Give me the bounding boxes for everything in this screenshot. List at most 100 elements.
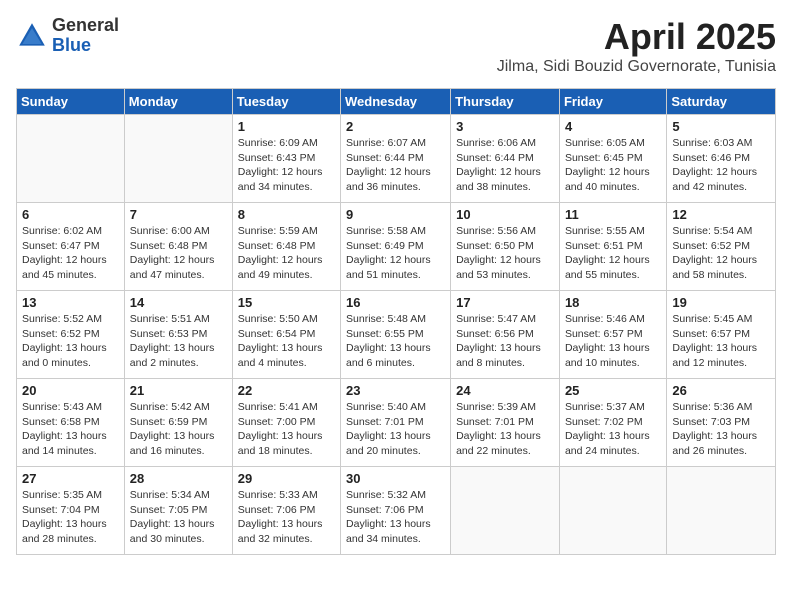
calendar-cell: 3 Sunrise: 6:06 AM Sunset: 6:44 PM Daylig… [451, 115, 560, 203]
day-number: 1 [238, 119, 335, 134]
calendar-cell: 9 Sunrise: 5:58 AM Sunset: 6:49 PM Daylig… [341, 203, 451, 291]
day-info: Sunrise: 6:07 AM Sunset: 6:44 PM Dayligh… [346, 136, 445, 195]
day-info: Sunrise: 5:51 AM Sunset: 6:53 PM Dayligh… [130, 312, 227, 371]
day-number: 24 [456, 383, 554, 398]
day-number: 27 [22, 471, 119, 486]
location-title: Jilma, Sidi Bouzid Governorate, Tunisia [497, 58, 776, 76]
calendar-cell: 21 Sunrise: 5:42 AM Sunset: 6:59 PM Dayli… [124, 379, 232, 467]
day-number: 20 [22, 383, 119, 398]
day-info: Sunrise: 5:40 AM Sunset: 7:01 PM Dayligh… [346, 400, 445, 459]
day-info: Sunrise: 6:03 AM Sunset: 6:46 PM Dayligh… [672, 136, 770, 195]
calendar-cell: 10 Sunrise: 5:56 AM Sunset: 6:50 PM Dayli… [451, 203, 560, 291]
day-number: 18 [565, 295, 661, 310]
calendar-cell: 30 Sunrise: 5:32 AM Sunset: 7:06 PM Dayli… [341, 467, 451, 555]
day-info: Sunrise: 5:34 AM Sunset: 7:05 PM Dayligh… [130, 488, 227, 547]
day-info: Sunrise: 6:02 AM Sunset: 6:47 PM Dayligh… [22, 224, 119, 283]
day-info: Sunrise: 5:32 AM Sunset: 7:06 PM Dayligh… [346, 488, 445, 547]
day-info: Sunrise: 5:59 AM Sunset: 6:48 PM Dayligh… [238, 224, 335, 283]
day-header-wednesday: Wednesday [341, 89, 451, 115]
calendar-cell: 17 Sunrise: 5:47 AM Sunset: 6:56 PM Dayli… [451, 291, 560, 379]
day-info: Sunrise: 6:06 AM Sunset: 6:44 PM Dayligh… [456, 136, 554, 195]
day-info: Sunrise: 5:47 AM Sunset: 6:56 PM Dayligh… [456, 312, 554, 371]
week-row-4: 20Sunrise: 5:43 AM Sunset: 6:58 PM Dayli… [17, 379, 776, 467]
day-number: 14 [130, 295, 227, 310]
day-number: 4 [565, 119, 661, 134]
day-info: Sunrise: 5:50 AM Sunset: 6:54 PM Dayligh… [238, 312, 335, 371]
calendar-cell: 16 Sunrise: 5:48 AM Sunset: 6:55 PM Dayli… [341, 291, 451, 379]
day-info: Sunrise: 5:55 AM Sunset: 6:51 PM Dayligh… [565, 224, 661, 283]
calendar-cell: 22 Sunrise: 5:41 AM Sunset: 7:00 PM Dayli… [232, 379, 340, 467]
day-info: Sunrise: 5:54 AM Sunset: 6:52 PM Dayligh… [672, 224, 770, 283]
week-row-3: 13 Sunrise: 5:52 AM Sunset: 6:52 PM Dayli… [17, 291, 776, 379]
calendar-cell: 8 Sunrise: 5:59 AM Sunset: 6:48 PM Daylig… [232, 203, 340, 291]
day-info: Sunrise: 5:37 AM Sunset: 7:02 PM Dayligh… [565, 400, 661, 459]
calendar-cell: 29 Sunrise: 5:33 AM Sunset: 7:06 PM Dayli… [232, 467, 340, 555]
calendar-cell: 2 Sunrise: 6:07 AM Sunset: 6:44 PM Daylig… [341, 115, 451, 203]
day-info: Sunrise: 5:36 AM Sunset: 7:03 PM Dayligh… [672, 400, 770, 459]
calendar-cell: 1 Sunrise: 6:09 AM Sunset: 6:43 PM Daylig… [232, 115, 340, 203]
day-number: 22 [238, 383, 335, 398]
calendar-cell: 7Sunrise: 6:00 AM Sunset: 6:48 PM Daylig… [124, 203, 232, 291]
logo-icon [16, 20, 48, 52]
day-info: Sunrise: 5:42 AM Sunset: 6:59 PM Dayligh… [130, 400, 227, 459]
day-number: 16 [346, 295, 445, 310]
day-number: 8 [238, 207, 335, 222]
day-info: Sunrise: 5:33 AM Sunset: 7:06 PM Dayligh… [238, 488, 335, 547]
day-header-tuesday: Tuesday [232, 89, 340, 115]
day-number: 19 [672, 295, 770, 310]
day-number: 9 [346, 207, 445, 222]
day-number: 21 [130, 383, 227, 398]
day-number: 15 [238, 295, 335, 310]
day-info: Sunrise: 6:09 AM Sunset: 6:43 PM Dayligh… [238, 136, 335, 195]
day-info: Sunrise: 5:52 AM Sunset: 6:52 PM Dayligh… [22, 312, 119, 371]
day-number: 6 [22, 207, 119, 222]
calendar-cell: 5 Sunrise: 6:03 AM Sunset: 6:46 PM Daylig… [667, 115, 776, 203]
day-number: 26 [672, 383, 770, 398]
day-number: 13 [22, 295, 119, 310]
calendar-cell: 15 Sunrise: 5:50 AM Sunset: 6:54 PM Dayli… [232, 291, 340, 379]
day-header-saturday: Saturday [667, 89, 776, 115]
calendar-cell: 25 Sunrise: 5:37 AM Sunset: 7:02 PM Dayli… [559, 379, 666, 467]
calendar-cell: 26 Sunrise: 5:36 AM Sunset: 7:03 PM Dayli… [667, 379, 776, 467]
day-info: Sunrise: 5:45 AM Sunset: 6:57 PM Dayligh… [672, 312, 770, 371]
logo-blue-text: Blue [52, 36, 119, 56]
logo-general-text: General [52, 16, 119, 36]
calendar-cell: 23 Sunrise: 5:40 AM Sunset: 7:01 PM Dayli… [341, 379, 451, 467]
day-info: Sunrise: 5:41 AM Sunset: 7:00 PM Dayligh… [238, 400, 335, 459]
week-row-2: 6 Sunrise: 6:02 AM Sunset: 6:47 PM Daylig… [17, 203, 776, 291]
calendar-cell: 20Sunrise: 5:43 AM Sunset: 6:58 PM Dayli… [17, 379, 125, 467]
day-number: 12 [672, 207, 770, 222]
day-header-friday: Friday [559, 89, 666, 115]
calendar-cell: 18 Sunrise: 5:46 AM Sunset: 6:57 PM Dayli… [559, 291, 666, 379]
day-number: 23 [346, 383, 445, 398]
day-number: 30 [346, 471, 445, 486]
day-number: 2 [346, 119, 445, 134]
day-number: 5 [672, 119, 770, 134]
week-row-5: 27Sunrise: 5:35 AM Sunset: 7:04 PM Dayli… [17, 467, 776, 555]
calendar-cell: 11 Sunrise: 5:55 AM Sunset: 6:51 PM Dayli… [559, 203, 666, 291]
day-number: 29 [238, 471, 335, 486]
calendar-cell: 19 Sunrise: 5:45 AM Sunset: 6:57 PM Dayli… [667, 291, 776, 379]
calendar-cell: 4 Sunrise: 6:05 AM Sunset: 6:45 PM Daylig… [559, 115, 666, 203]
calendar-cell [559, 467, 666, 555]
day-info: Sunrise: 5:39 AM Sunset: 7:01 PM Dayligh… [456, 400, 554, 459]
calendar-cell: 27Sunrise: 5:35 AM Sunset: 7:04 PM Dayli… [17, 467, 125, 555]
day-info: Sunrise: 5:46 AM Sunset: 6:57 PM Dayligh… [565, 312, 661, 371]
calendar-cell: 28Sunrise: 5:34 AM Sunset: 7:05 PM Dayli… [124, 467, 232, 555]
calendar-cell: 12 Sunrise: 5:54 AM Sunset: 6:52 PM Dayli… [667, 203, 776, 291]
day-number: 17 [456, 295, 554, 310]
day-number: 3 [456, 119, 554, 134]
day-header-thursday: Thursday [451, 89, 560, 115]
day-number: 11 [565, 207, 661, 222]
day-header-sunday: Sunday [17, 89, 125, 115]
calendar-cell: 6 Sunrise: 6:02 AM Sunset: 6:47 PM Daylig… [17, 203, 125, 291]
day-info: Sunrise: 5:48 AM Sunset: 6:55 PM Dayligh… [346, 312, 445, 371]
page-header: General Blue April 2025 Jilma, Sidi Bouz… [16, 16, 776, 76]
day-number: 10 [456, 207, 554, 222]
day-info: Sunrise: 6:05 AM Sunset: 6:45 PM Dayligh… [565, 136, 661, 195]
day-number: 25 [565, 383, 661, 398]
day-info: Sunrise: 5:58 AM Sunset: 6:49 PM Dayligh… [346, 224, 445, 283]
day-header-monday: Monday [124, 89, 232, 115]
day-info: Sunrise: 5:56 AM Sunset: 6:50 PM Dayligh… [456, 224, 554, 283]
calendar-cell [451, 467, 560, 555]
